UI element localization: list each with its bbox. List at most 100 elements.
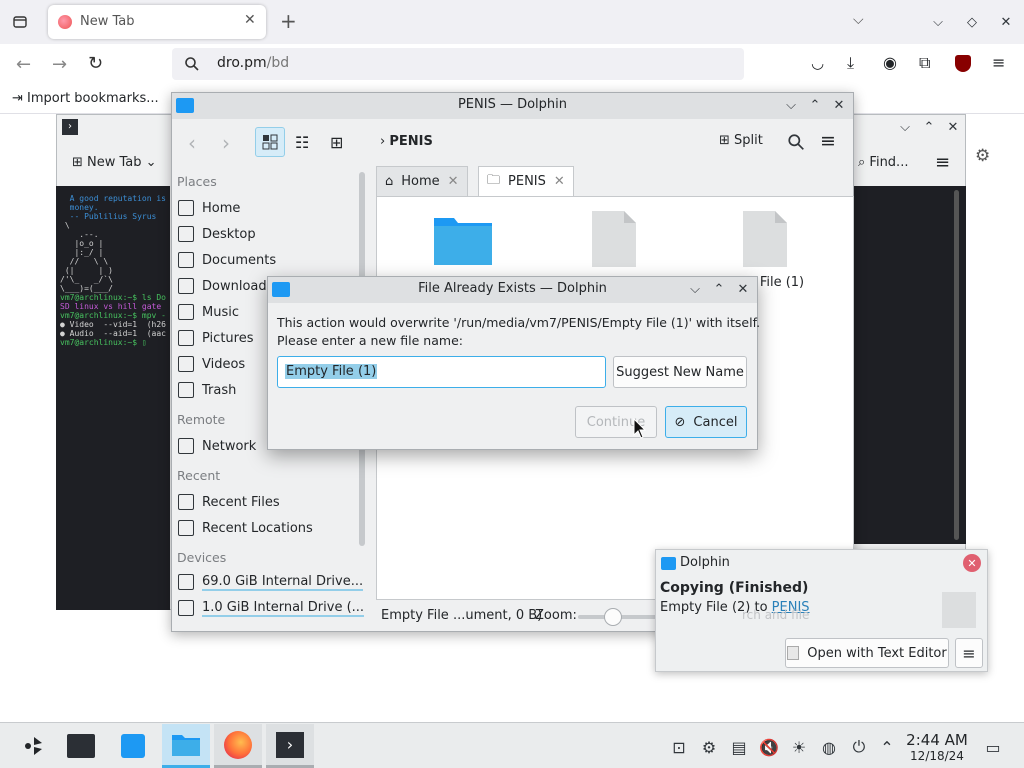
places-item-pictures[interactable]: Pictures — [178, 326, 253, 350]
terminal-close-icon[interactable]: ✕ — [945, 119, 961, 135]
clock-date[interactable]: 12/18/24 — [904, 749, 970, 763]
breadcrumb[interactable]: › PENIS — [380, 134, 433, 149]
places-item-music[interactable]: Music — [178, 300, 239, 324]
dolphin-title: PENIS — Dolphin — [457, 97, 568, 112]
places-item-label: Videos — [202, 356, 246, 372]
close-tab-icon[interactable]: ✕ — [554, 174, 565, 189]
terminal-maximize-icon[interactable]: ⌃ — [921, 119, 937, 135]
places-item-downloads[interactable]: Downloads — [178, 274, 273, 298]
places-item-documents[interactable]: Documents — [178, 248, 276, 272]
compact-view-icon[interactable]: ☷ — [295, 133, 309, 152]
forward-icon[interactable]: → — [52, 54, 67, 75]
dolphin-maximize-icon[interactable]: ⌃ — [807, 97, 823, 113]
discover-task-icon[interactable] — [110, 724, 156, 768]
terminal-find-button[interactable]: ⌕ Find... — [858, 155, 908, 170]
notification-close-icon[interactable]: ✕ — [963, 554, 981, 572]
icons-view-button[interactable] — [255, 127, 285, 157]
list-tabs-chevron-icon[interactable]: ⌵ — [853, 12, 864, 28]
dialog-minimize-icon[interactable]: ⌵ — [687, 281, 703, 297]
minimize-icon[interactable]: ⌵ — [930, 14, 946, 30]
file-item-icon[interactable] — [591, 210, 637, 268]
network-icon[interactable]: ◍ — [818, 736, 840, 758]
close-tab-icon[interactable]: ✕ — [448, 174, 459, 189]
places-item-recent-locations[interactable]: Recent Locations — [178, 516, 313, 540]
network-icon — [178, 438, 194, 454]
places-item-label: 1.0 GiB Internal Drive (... — [202, 599, 365, 617]
account-icon[interactable]: ◉ — [883, 53, 897, 72]
reload-icon[interactable]: ↻ — [88, 53, 103, 74]
import-bookmarks-link[interactable]: ⇥ Import bookmarks... — [12, 91, 159, 106]
recent-files-icon — [178, 494, 194, 510]
terminal-line: vm7@archlinux:~$ ▯ — [60, 338, 147, 347]
places-item-69-0-gib-internal-drive[interactable]: 69.0 GiB Internal Drive... — [178, 570, 364, 594]
pocket-icon[interactable]: ◡ — [811, 54, 824, 72]
menu-icon[interactable]: ≡ — [992, 53, 1005, 72]
terminal-output[interactable]: A good reputation is money. -- Publilius… — [56, 186, 170, 610]
browser-tab[interactable]: New Tab ✕ — [48, 5, 266, 39]
filename-input[interactable]: Empty File (1) — [277, 356, 606, 388]
places-item-videos[interactable]: Videos — [178, 352, 245, 376]
new-tab-button[interactable]: + — [280, 9, 297, 33]
close-tab-icon[interactable]: ✕ — [244, 12, 256, 28]
dolphin-menu-icon[interactable]: ≡ — [820, 130, 836, 152]
places-item-desktop[interactable]: Desktop — [178, 222, 256, 246]
firefox-settings-icon[interactable]: ⚙ — [975, 146, 990, 166]
places-item-label: Home — [202, 200, 241, 216]
terminal-minimize-icon[interactable]: ⌵ — [897, 119, 913, 135]
places-item-network[interactable]: Network — [178, 434, 256, 458]
terminal-line: money. — [60, 203, 99, 212]
terminal-scrollbar[interactable] — [954, 190, 959, 540]
zoom-slider-handle[interactable] — [604, 608, 622, 626]
ublock-icon[interactable] — [955, 55, 971, 72]
terminal-task-icon[interactable]: › — [266, 724, 314, 768]
brightness-icon[interactable]: ☀ — [788, 736, 810, 758]
dialog-maximize-icon[interactable]: ⌃ — [711, 281, 727, 297]
kdeconnect-icon[interactable]: ⚙ — [698, 736, 720, 758]
cancel-button[interactable]: ⊘ Cancel — [665, 406, 747, 438]
clock-time[interactable]: 2:44 AM — [904, 731, 970, 749]
url-bar[interactable]: dro.pm/bd — [172, 48, 744, 80]
suggest-new-name-button[interactable]: Suggest New Name — [613, 356, 747, 388]
terminal-new-tab-button[interactable]: ⊞ New Tab ⌄ — [72, 155, 157, 170]
clipboard-icon[interactable]: ▤ — [728, 736, 750, 758]
app-launcher-icon[interactable] — [10, 724, 56, 768]
split-icon: ⊞ — [719, 133, 735, 148]
terminal-line: ● Video --vid=1 (h26 — [60, 320, 166, 329]
split-button[interactable]: ⊞ Split — [719, 133, 763, 148]
home-icon — [178, 200, 194, 216]
dolphin-close-icon[interactable]: ✕ — [831, 97, 847, 113]
terminal-menu-icon[interactable]: ≡ — [935, 152, 950, 173]
tab-penis[interactable]: 🗀 PENIS ✕ — [478, 166, 574, 196]
dolphin-minimize-icon[interactable]: ⌵ — [783, 97, 799, 113]
game-controller-icon[interactable]: ⊡ — [668, 736, 690, 758]
back-icon[interactable]: ← — [16, 54, 31, 75]
places-item-recent-files[interactable]: Recent Files — [178, 490, 280, 514]
file-item-icon[interactable] — [742, 210, 788, 268]
places-item-1-0-gib-internal-drive[interactable]: 1.0 GiB Internal Drive (... — [178, 596, 365, 620]
settings-task-icon[interactable] — [58, 724, 104, 768]
tab-home[interactable]: ⌂ Home ✕ — [376, 166, 468, 196]
maximize-icon[interactable]: ◇ — [964, 14, 980, 30]
volume-muted-icon[interactable]: 🔇 — [758, 736, 780, 758]
dolphin-forward-icon[interactable]: › — [222, 131, 230, 155]
notification-menu-button[interactable]: ≡ — [955, 638, 983, 668]
firefox-task-icon[interactable] — [214, 724, 262, 768]
open-with-text-editor-button[interactable]: Open with Text Editor — [785, 638, 949, 668]
mouse-cursor-icon — [633, 418, 647, 439]
power-icon[interactable]: ⏻ — [848, 736, 870, 758]
dolphin-back-icon[interactable]: ‹ — [188, 131, 196, 155]
show-hidden-icon[interactable]: ⌃ — [876, 736, 898, 758]
show-desktop-icon[interactable]: ▭ — [982, 736, 1004, 758]
dolphin-task-icon[interactable] — [162, 724, 210, 768]
places-item-trash[interactable]: Trash — [178, 378, 236, 402]
extensions-icon[interactable]: ⧉ — [919, 53, 930, 73]
close-window-icon[interactable]: ✕ — [998, 14, 1014, 30]
dolphin-search-icon[interactable] — [787, 133, 805, 151]
tab-list-icon[interactable] — [10, 12, 30, 32]
folder-item-icon[interactable] — [433, 212, 493, 266]
places-item-home[interactable]: Home — [178, 196, 240, 220]
import-icon: ⇥ — [12, 91, 28, 106]
dialog-close-icon[interactable]: ✕ — [735, 281, 751, 297]
downloads-icon[interactable]: ⤓ — [847, 53, 854, 73]
details-view-icon[interactable]: ⊞ — [330, 133, 343, 152]
